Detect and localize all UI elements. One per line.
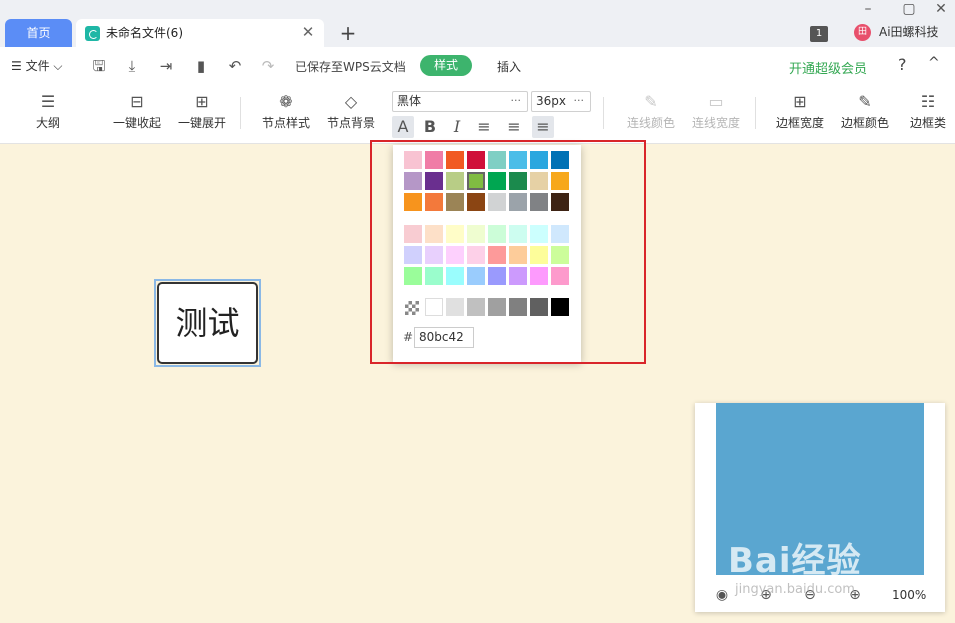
close-tab-icon[interactable]: ✕ <box>300 24 316 40</box>
bold-button[interactable]: B <box>419 116 441 138</box>
undo-icon[interactable]: ↶ <box>226 57 244 75</box>
align-left-button[interactable]: ≡ <box>473 116 495 138</box>
minimize-icon[interactable]: – <box>856 0 880 18</box>
window-close-icon[interactable]: ✕ <box>929 0 953 18</box>
border-width-button[interactable]: ⊞ 边框宽度 <box>773 91 827 137</box>
maximize-icon[interactable]: ▢ <box>897 0 921 18</box>
border-type-button[interactable]: ☷ 边框类 <box>904 91 952 137</box>
line-color-button[interactable]: ✎ 连线颜色 <box>624 91 678 137</box>
border-width-icon: ⊞ <box>793 92 807 111</box>
font-color-button[interactable]: A <box>392 116 414 138</box>
zoom-level: 100% <box>892 588 927 602</box>
tab-home[interactable]: 首页 <box>5 19 72 47</box>
tab-document[interactable]: 未命名文件(6) ✕ <box>76 19 324 47</box>
italic-button[interactable]: I <box>446 116 468 138</box>
save-status: 已保存至WPS云文档 <box>295 60 406 74</box>
collapse-all-icon: ⊟ <box>130 92 144 111</box>
save-icon[interactable]: 🖫 <box>90 57 108 75</box>
node-style-icon: ❁ <box>279 92 293 111</box>
border-color-button[interactable]: ✎ 边框颜色 <box>838 91 892 137</box>
avatar[interactable]: 田 <box>854 24 871 41</box>
toolbar-divider <box>603 97 604 129</box>
annotation-highlight <box>370 140 646 364</box>
toolbar: ☰ 大纲 ⊟ 一键收起 ⊞ 一键展开 ❁ 节点样式 ◇ 节点背景 黑体 ··· … <box>0 85 955 144</box>
watermark-logo: Bai经验 <box>728 541 862 581</box>
topic-node[interactable]: 测试 <box>157 282 258 364</box>
line-width-icon: ▭ <box>708 92 724 111</box>
tab-insert[interactable]: 插入 <box>497 58 521 75</box>
align-right-button[interactable]: ≡ <box>532 116 554 138</box>
new-tab-button[interactable]: + <box>338 22 358 44</box>
border-color-icon: ✎ <box>858 92 872 111</box>
outline-icon: ☰ <box>40 92 56 111</box>
download-icon[interactable]: ⤓ <box>123 57 141 75</box>
user-name[interactable]: Ai田螺科技 <box>879 23 939 41</box>
menu-bar: ☰ 文件 ⌵ 🖫 ⤓ ⇥ ▮ ↶ ↷ 已保存至WPS云文档 样式 插入 开通超级… <box>0 47 955 85</box>
format-painter-icon[interactable]: ▮ <box>192 57 210 75</box>
toolbar-divider <box>755 97 756 129</box>
window-count-badge[interactable]: 1 <box>810 26 828 42</box>
eye-icon[interactable]: ◉ <box>712 586 732 604</box>
vip-link[interactable]: 开通超级会员 <box>789 58 867 77</box>
redo-icon[interactable]: ↷ <box>259 57 277 75</box>
mindmap-file-icon <box>85 26 100 41</box>
border-type-icon: ☷ <box>920 92 936 111</box>
expand-all-icon: ⊞ <box>195 92 209 111</box>
node-style-button[interactable]: ❁ 节点样式 <box>259 91 313 137</box>
line-color-icon: ✎ <box>644 92 658 111</box>
expand-all-button[interactable]: ⊞ 一键展开 <box>175 91 229 137</box>
font-family-select[interactable]: 黑体 ··· <box>392 91 528 112</box>
tab-document-title: 未命名文件(6) <box>106 26 183 40</box>
help-icon[interactable]: ? <box>898 55 907 74</box>
node-background-button[interactable]: ◇ 节点背景 <box>324 91 378 137</box>
export-icon[interactable]: ⇥ <box>157 57 175 75</box>
toolbar-divider <box>240 97 241 129</box>
tab-bar: 首页 未命名文件(6) ✕ + – ▢ ✕ 1 田 Ai田螺科技 <box>0 0 955 47</box>
more-icon: ··· <box>510 94 522 107</box>
file-menu[interactable]: ☰ 文件 ⌵ <box>11 57 62 74</box>
align-center-button[interactable]: ≡ <box>503 116 525 138</box>
font-size-select[interactable]: 36px ··· <box>531 91 591 112</box>
watermark-url: jingyan.baidu.com <box>735 582 855 597</box>
collapse-ribbon-icon[interactable]: ^ <box>928 55 940 71</box>
paint-bucket-icon: ◇ <box>344 92 358 111</box>
more-icon: ··· <box>573 94 585 107</box>
collapse-all-button[interactable]: ⊟ 一键收起 <box>110 91 164 137</box>
tab-style[interactable]: 样式 <box>420 55 472 76</box>
outline-button[interactable]: ☰ 大纲 <box>30 91 66 137</box>
line-width-button[interactable]: ▭ 连线宽度 <box>689 91 743 137</box>
